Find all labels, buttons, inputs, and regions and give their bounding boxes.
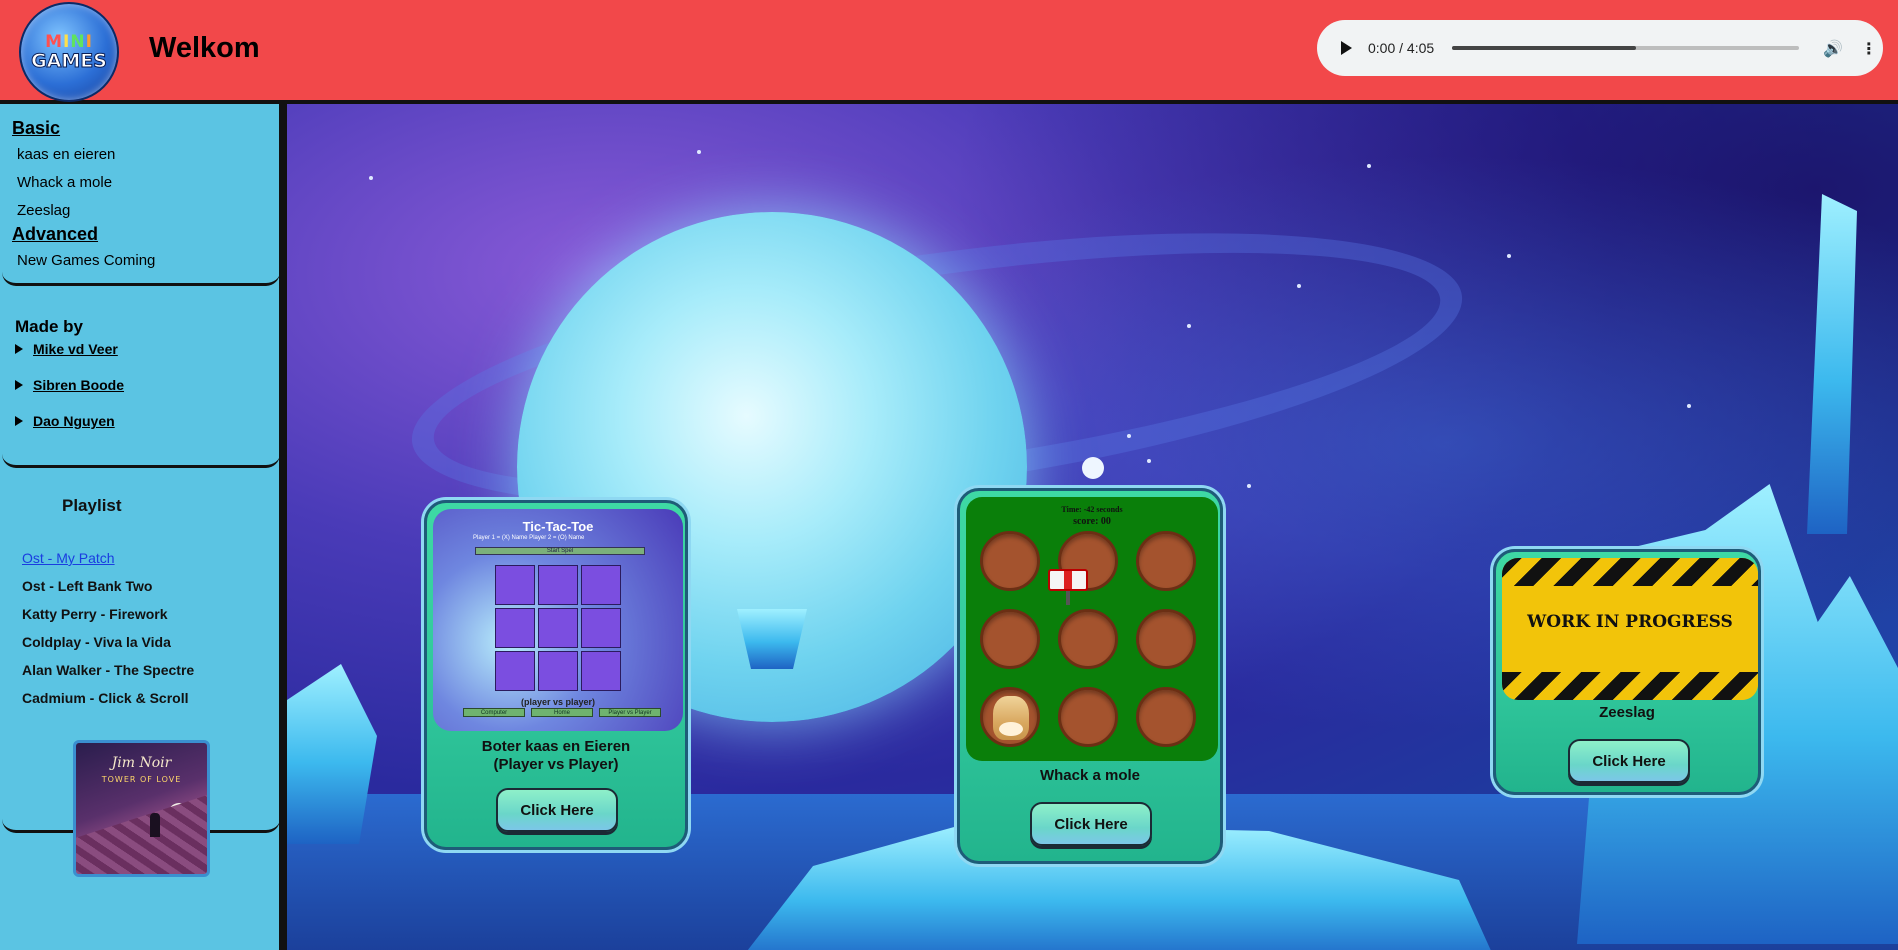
playlist-song[interactable]: Alan Walker - The Spectre [22,662,194,678]
playlist-title: Playlist [62,496,122,515]
ttt-preview-buttons: Computer Home Player vs Player [463,708,661,717]
ttt-cell [538,651,578,691]
ttt-preview-image: Tic-Tac-Toe Player 1 = (X) Name Player 2… [433,509,683,731]
author-mike[interactable]: Mike vd Veer [15,341,118,357]
ttt-preview-grid [495,565,621,691]
mole-hole [1136,687,1196,747]
mole-hole [1136,609,1196,669]
play-icon[interactable] [1341,41,1352,55]
audio-time: 0:00 / 4:05 [1368,40,1435,56]
ttt-preview-button: Player vs Player [599,708,661,717]
star [697,150,701,154]
mallet-icon [1048,569,1088,605]
ttt-cell [538,565,578,605]
star [1687,404,1691,408]
disclosure-triangle-icon [15,344,23,354]
game-stage: Tic-Tac-Toe Player 1 = (X) Name Player 2… [287,104,1898,950]
audio-player[interactable]: 0:00 / 4:05 🔊 ⋮ [1317,20,1883,76]
nav-item-whack-a-mole[interactable]: Whack a mole [17,174,112,191]
mole-hole [980,687,1040,747]
ttt-preview-button: Home [531,708,593,717]
star [1147,459,1151,463]
star [1367,164,1371,168]
advanced-heading[interactable]: Advanced [12,224,98,245]
ttt-preview-mode: (player vs player) [520,697,596,707]
playlist-song[interactable]: Coldplay - Viva la Vida [22,634,171,650]
album-artist: Jim Noir [111,755,172,771]
games-menu-panel: Basic kaas en eieren Whack a mole Zeesla… [2,104,280,286]
basic-heading[interactable]: Basic [12,118,60,139]
mini-games-logo[interactable]: MINI GAMES [19,2,119,102]
ttt-preview-button: Computer [463,708,525,717]
game-card-mole: Time: -42 seconds score: 00 Whack a mole… [957,488,1223,864]
zeeslag-card-title: Zeeslag [1599,704,1655,721]
logo-line1: MINI [45,32,93,52]
star [1247,484,1251,488]
author-sibren[interactable]: Sibren Boode [15,377,124,393]
ttt-cell [581,651,621,691]
work-in-progress-image: WORK IN PROGRESS [1502,558,1758,700]
mole-hole [980,531,1040,591]
volume-icon[interactable]: 🔊 [1823,39,1843,58]
hazard-stripes [1502,672,1758,700]
mole-hole [1058,609,1118,669]
zeeslag-click-here-button[interactable]: Click Here [1568,739,1690,783]
ttt-cell [538,608,578,648]
ttt-preview-start: Start Spel [475,547,645,555]
star [1127,434,1131,438]
glow-orb [1082,457,1104,479]
ttt-click-here-button[interactable]: Click Here [496,788,618,832]
mole-preview-score: score: 00 [1073,516,1111,527]
disclosure-triangle-icon [15,380,23,390]
playlist-song[interactable]: Ost - My Patch [22,550,115,566]
ttt-cell [495,565,535,605]
logo-line2: GAMES [31,50,108,72]
ttt-cell [495,608,535,648]
album-hill [76,789,207,874]
playlist-song[interactable]: Katty Perry - Firework [22,606,168,622]
ttt-card-title: Boter kaas en Eieren (Player vs Player) [481,738,631,773]
figure-silhouette [150,813,160,837]
ttt-cell [581,565,621,605]
mole-hole [1136,531,1196,591]
ttt-preview-players: Player 1 = (X) Name Player 2 = (O) Name [473,535,585,541]
mole-click-here-button[interactable]: Click Here [1030,802,1152,846]
nav-item-zeeslag[interactable]: Zeeslag [17,202,70,219]
audio-seek-bar[interactable] [1452,46,1799,50]
playlist-song[interactable]: Ost - Left Bank Two [22,578,152,594]
doge-mole-icon [993,696,1029,740]
hazard-stripes [1502,558,1758,586]
star [369,176,373,180]
header-bar: MINI GAMES Welkom 0:00 / 4:05 🔊 ⋮ [0,0,1898,104]
nav-item-new-games[interactable]: New Games Coming [17,252,155,269]
author-dao[interactable]: Dao Nguyen [15,413,115,429]
mole-preview-image: Time: -42 seconds score: 00 [966,497,1218,761]
disclosure-triangle-icon [15,416,23,426]
sidebar: Basic kaas en eieren Whack a mole Zeesla… [0,104,287,950]
ttt-cell [581,608,621,648]
star [1507,254,1511,258]
album-title: TOWER OF LOVE [101,775,182,784]
nav-item-kaas-en-eieren[interactable]: kaas en eieren [17,146,115,163]
star [1187,324,1191,328]
wip-text: WORK IN PROGRESS [1527,612,1733,632]
audio-progress-fill [1452,46,1636,50]
star [1297,284,1301,288]
game-card-zeeslag: WORK IN PROGRESS Zeeslag Click Here [1493,549,1761,795]
ttt-cell [495,651,535,691]
mole-hole [980,609,1040,669]
mole-preview-time: Time: -42 seconds [1061,505,1123,514]
mole-hole [1058,687,1118,747]
playlist-song[interactable]: Cadmium - Click & Scroll [22,690,188,706]
ttt-preview-title: Tic-Tac-Toe [522,519,594,534]
made-by-label: Made by [15,317,84,336]
more-options-icon[interactable]: ⋮ [1861,39,1877,58]
page-title: Welkom [149,32,260,64]
album-cover: Jim Noir TOWER OF LOVE [73,740,210,877]
game-card-ttt: Tic-Tac-Toe Player 1 = (X) Name Player 2… [424,500,688,850]
mole-card-title: Whack a mole [1039,767,1141,784]
